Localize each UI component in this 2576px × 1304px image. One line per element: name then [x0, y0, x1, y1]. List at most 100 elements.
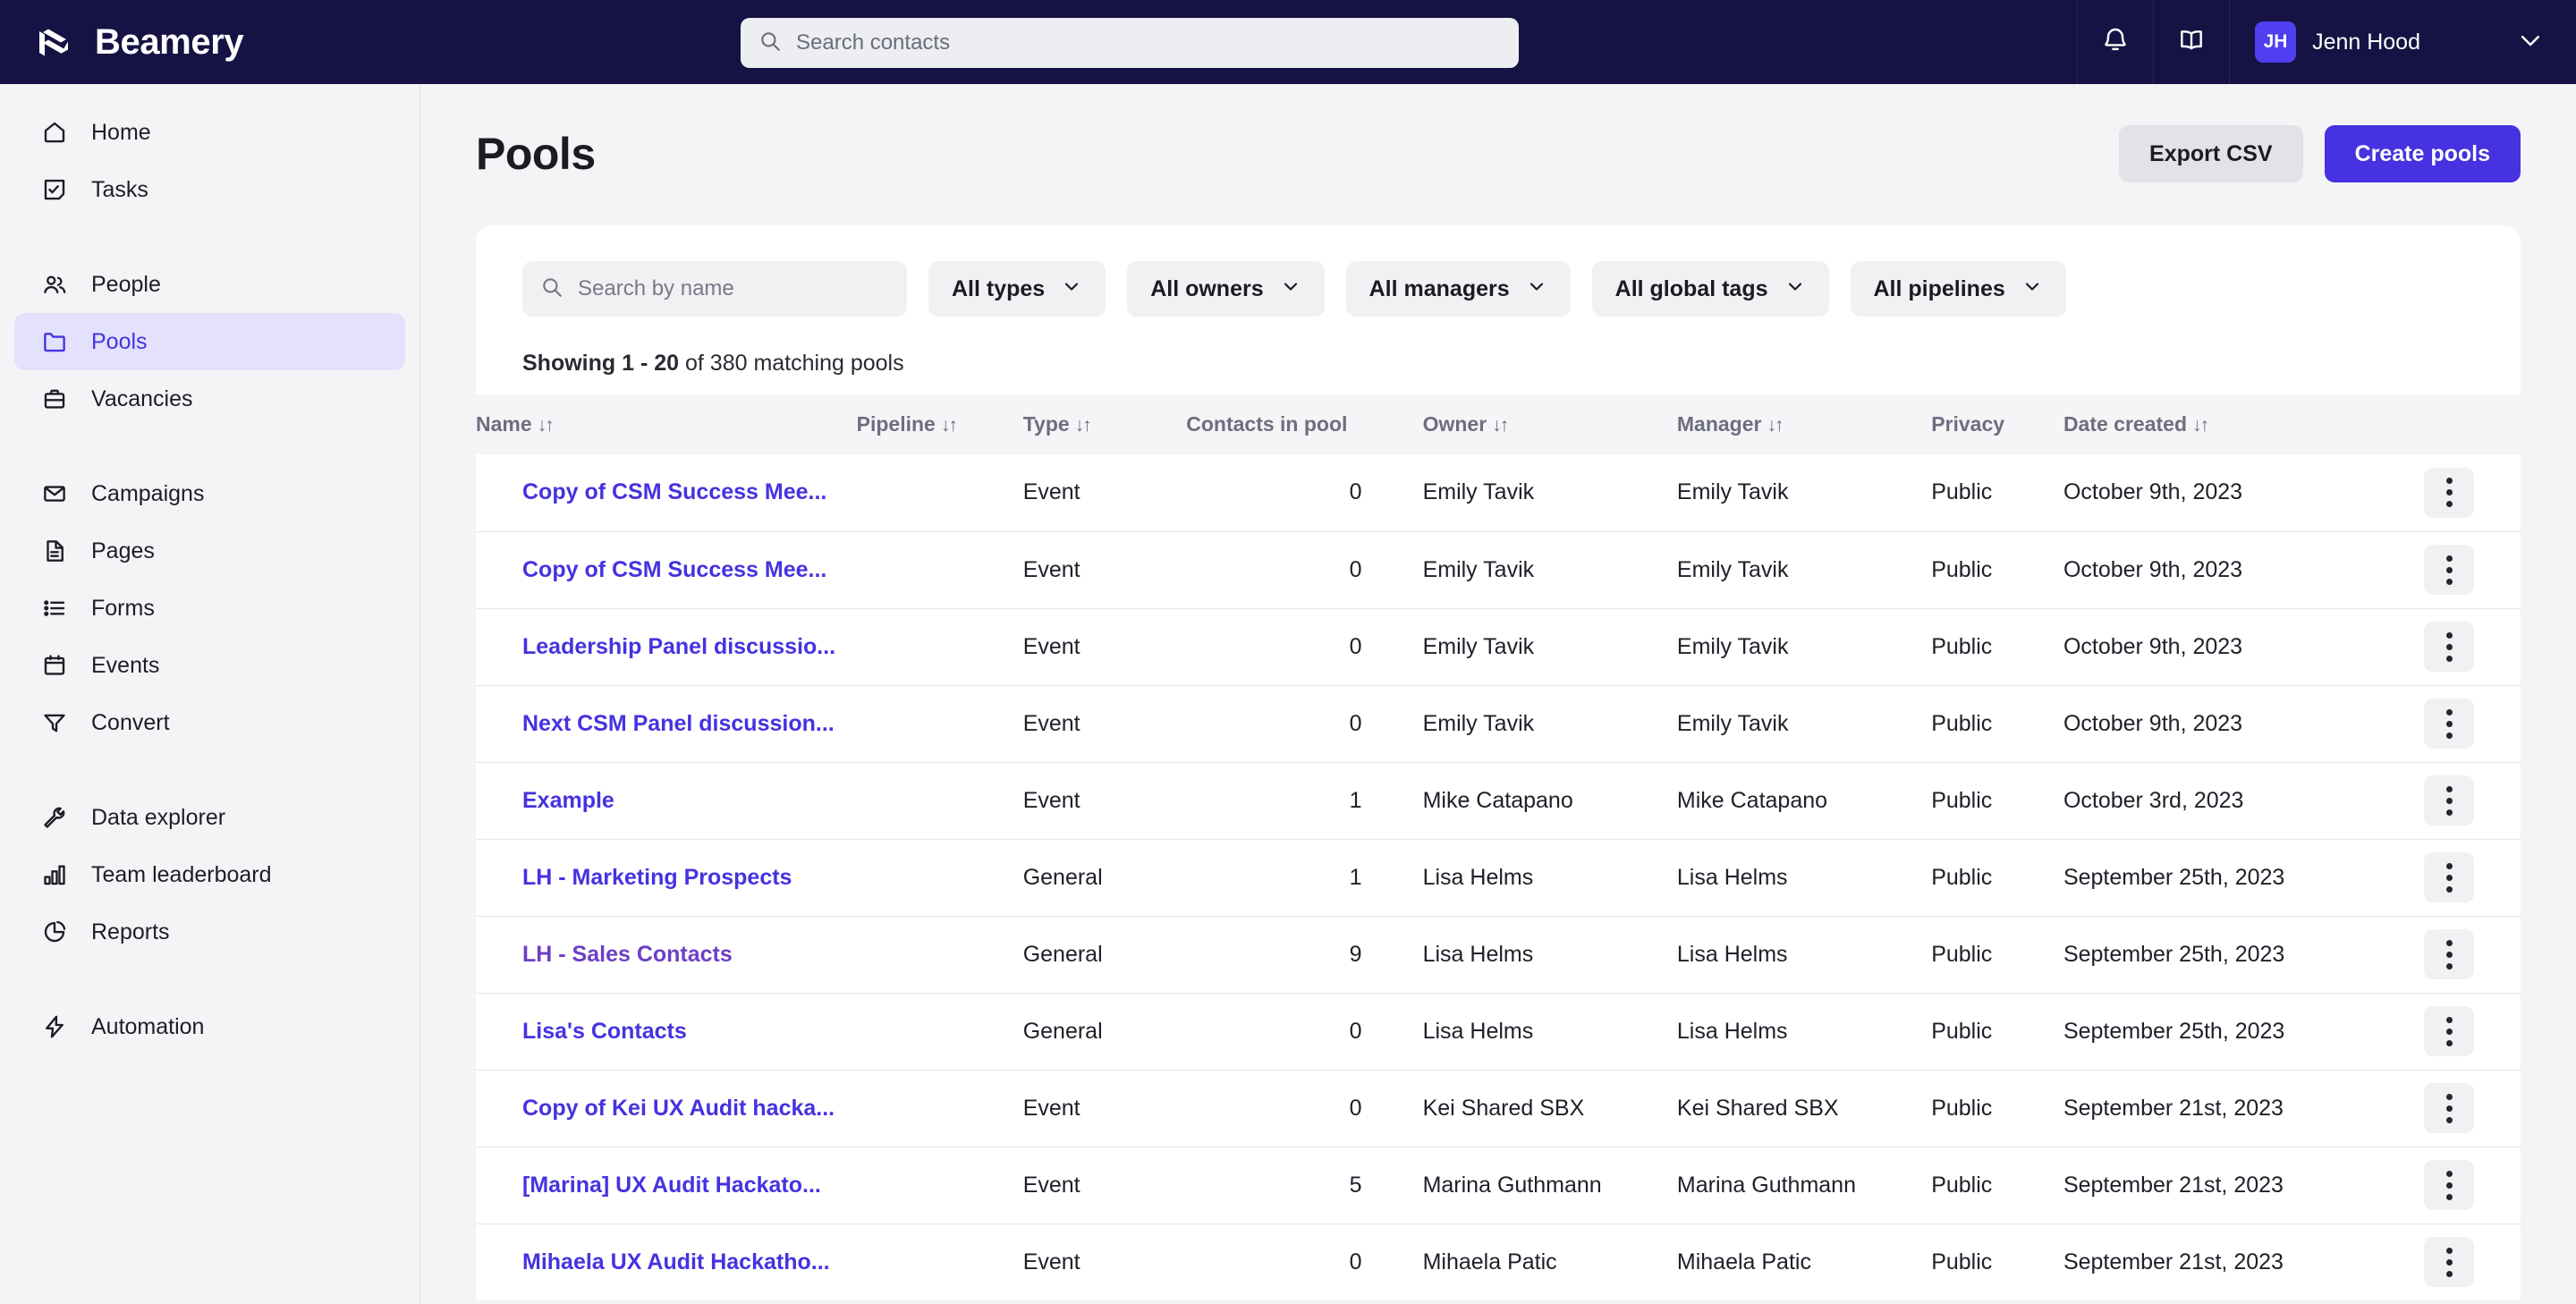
pool-name-link[interactable]: Copy of CSM Success Mee... — [522, 479, 826, 504]
user-menu-caret[interactable] — [2451, 27, 2576, 58]
table-header-row: Name ↓↑ Pipeline ↓↑ Type ↓↑ Contacts in poo… — [476, 394, 2521, 454]
sidebar-item-campaigns[interactable]: Campaigns — [14, 465, 405, 522]
table-row[interactable]: Copy of CSM Success Mee... Event 0 Emily Ta… — [476, 530, 2521, 608]
kebab-menu-icon[interactable] — [2424, 622, 2474, 672]
kebab-menu-icon[interactable] — [2424, 1237, 2474, 1288]
table-row[interactable]: [Marina] UX Audit Hackato... Event 5 Marina… — [476, 1146, 2521, 1224]
column-label: Name — [476, 412, 532, 436]
brand-logo[interactable]: Beamery — [0, 19, 420, 65]
sidebar-item-pages[interactable]: Pages — [14, 522, 405, 580]
table-row[interactable]: Lisa's Contacts General 0 Lisa Helms Lisa He… — [476, 992, 2521, 1070]
filter-all-managers[interactable]: All managers — [1345, 261, 1571, 317]
sidebar-item-home[interactable]: Home — [14, 104, 405, 161]
filter-all-owners[interactable]: All owners — [1127, 261, 1325, 317]
kebab-menu-icon[interactable] — [2424, 1160, 2474, 1210]
cell-pipeline — [856, 915, 1023, 993]
cell-pipeline — [856, 1223, 1023, 1300]
table-row[interactable]: Leadership Panel discussio... Event 0 Emily… — [476, 607, 2521, 685]
cell-manager: Mihaela Patic — [1676, 1223, 1932, 1300]
pool-name-link[interactable]: Lisa's Contacts — [522, 1019, 687, 1044]
kebab-menu-icon[interactable] — [2424, 1083, 2474, 1133]
cell-actions — [2385, 1146, 2521, 1224]
cell-name: Example — [476, 761, 857, 839]
kebab-menu-icon[interactable] — [2424, 545, 2474, 595]
pool-name-link[interactable]: Example — [522, 788, 614, 813]
kebab-menu-icon[interactable] — [2424, 929, 2474, 979]
sidebar-item-tasks[interactable]: Tasks — [14, 161, 405, 218]
sidebar-item-people[interactable]: People — [14, 256, 405, 313]
sidebar-item-data-explorer[interactable]: Data explorer — [14, 789, 405, 846]
sidebar-item-pools[interactable]: Pools — [14, 313, 405, 370]
table-row[interactable]: LH - Sales Contacts General 9 Lisa Helms Lis… — [476, 915, 2521, 993]
pool-name-link[interactable]: Leadership Panel discussio... — [522, 634, 835, 659]
pool-name-link[interactable]: Next CSM Panel discussion... — [522, 711, 835, 736]
sidebar-item-convert[interactable]: Convert — [14, 694, 405, 751]
cell-pipeline — [856, 1146, 1023, 1224]
pool-name-link[interactable]: LH - Marketing Prospects — [522, 865, 792, 890]
pool-name-link[interactable]: LH - Sales Contacts — [522, 942, 733, 967]
results-count-range: 1 - 20 — [622, 351, 680, 376]
global-search-input[interactable]: Search contacts — [741, 18, 1519, 68]
kebab-menu-icon[interactable] — [2424, 699, 2474, 749]
column-header-manager[interactable]: Manager ↓↑ — [1676, 394, 1932, 454]
kebab-menu-icon[interactable] — [2424, 467, 2474, 518]
column-header-owner[interactable]: Owner ↓↑ — [1422, 394, 1677, 454]
cell-owner: Mihaela Patic — [1422, 1223, 1677, 1300]
create-pools-button[interactable]: Create pools — [2324, 125, 2521, 182]
cell-privacy: Public — [1931, 479, 1993, 505]
pool-name-link[interactable]: Copy of Kei UX Audit hacka... — [522, 1096, 835, 1121]
table-row[interactable]: LH - Marketing Prospects General 1 Lisa Hel… — [476, 838, 2521, 916]
table-row[interactable]: Copy of CSM Success Mee... Event 0 Emily Ta… — [476, 454, 2521, 531]
column-header-name[interactable]: Name ↓↑ — [476, 394, 857, 454]
knowledge-base-button[interactable] — [2154, 0, 2229, 84]
pool-name-link[interactable]: Copy of CSM Success Mee... — [522, 557, 826, 582]
kebab-menu-icon[interactable] — [2424, 852, 2474, 902]
table-row[interactable]: Example Event 1 Mike Catapano Mike Catapano P… — [476, 761, 2521, 839]
pool-name-link[interactable]: [Marina] UX Audit Hackato... — [522, 1173, 821, 1198]
list-icon — [39, 593, 70, 623]
cell-pipeline — [856, 607, 1023, 685]
column-header-date-created[interactable]: Date created ↓↑ — [2063, 394, 2385, 454]
filter-all-types[interactable]: All types — [928, 261, 1106, 317]
sidebar-item-reports[interactable]: Reports — [14, 903, 405, 961]
cell-date-created: September 25th, 2023 — [2063, 838, 2385, 916]
filter-all-global-tags[interactable]: All global tags — [1591, 261, 1829, 317]
cell-pipeline — [857, 454, 1023, 531]
chevron-down-icon — [1280, 275, 1301, 303]
beamery-logo-icon — [32, 19, 79, 65]
cell-actions — [2385, 1223, 2521, 1300]
sidebar-item-label: Events — [91, 652, 160, 678]
table-header: Name ↓↑ Pipeline ↓↑ Type ↓↑ Contacts in poo… — [476, 394, 2521, 454]
table-row[interactable]: Copy of Kei UX Audit hacka... Event 0 Kei S… — [476, 1069, 2521, 1147]
cell-manager: Mike Catapano — [1676, 761, 1932, 839]
table-row[interactable]: Next CSM Panel discussion... Event 0 Emily … — [476, 684, 2521, 762]
sidebar-item-label: Home — [91, 119, 151, 145]
cell-type: Event — [1022, 761, 1187, 839]
filter-label: All owners — [1150, 275, 1264, 301]
sidebar-item-events[interactable]: Events — [14, 637, 405, 694]
user-menu-button[interactable]: JH Jenn Hood — [2230, 0, 2451, 84]
column-header-type[interactable]: Type ↓↑ — [1022, 394, 1187, 454]
sidebar-item-team-leaderboard[interactable]: Team leaderboard — [14, 846, 405, 903]
cell-name: Copy of CSM Success Mee... — [476, 454, 857, 531]
notifications-button[interactable] — [2078, 0, 2153, 84]
search-icon — [758, 30, 782, 57]
sidebar-item-automation[interactable]: Automation — [14, 998, 405, 1055]
search-by-name-input[interactable]: Search by name — [522, 261, 907, 317]
table-row[interactable]: Mihaela UX Audit Hackatho... Event 0 Mihael… — [476, 1223, 2521, 1300]
cell-actions — [2385, 530, 2521, 608]
sidebar-item-vacancies[interactable]: Vacancies — [14, 370, 405, 428]
filter-all-pipelines[interactable]: All pipelines — [1850, 261, 2066, 317]
cell-type: Event — [1022, 1146, 1187, 1224]
column-header-pipeline[interactable]: Pipeline ↓↑ — [856, 394, 1023, 454]
export-csv-button[interactable]: Export CSV — [2119, 125, 2303, 182]
cell-date-created: October 3rd, 2023 — [2063, 761, 2385, 839]
kebab-menu-icon[interactable] — [2424, 775, 2474, 826]
cell-pipeline — [856, 530, 1023, 608]
kebab-menu-icon[interactable] — [2424, 1006, 2474, 1056]
results-count: Showing 1 - 20 of 380 matching pools — [476, 317, 2521, 394]
sidebar-item-forms[interactable]: Forms — [14, 580, 405, 637]
cell-type: General — [1022, 915, 1187, 993]
pool-name-link[interactable]: Mihaela UX Audit Hackatho... — [522, 1249, 830, 1274]
cell-actions — [2385, 454, 2521, 531]
